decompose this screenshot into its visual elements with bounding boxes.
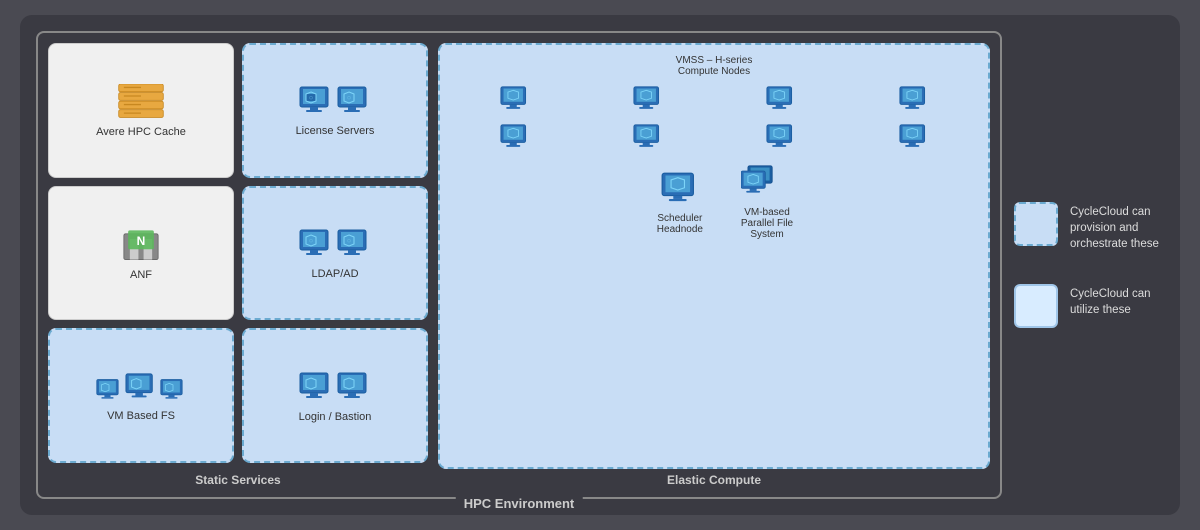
compute-node-5 [499,123,531,153]
compute-node-4 [898,85,930,115]
ldap-monitor-icon-2: ⬡ [336,228,372,262]
hpc-environment-label: HPC Environment [456,496,583,511]
hpc-outer-border: Avere HPC Cache [36,31,1002,499]
scheduler-item: Scheduler Headnode [635,171,725,235]
legend-text-utilize: CycleCloud can utilize these [1070,284,1164,318]
vmss-label: VMSS – H-seriesCompute Nodes [450,55,978,77]
compute-node-8 [898,123,930,153]
svg-text:N: N [137,234,146,248]
scheduler-monitor-icon [658,171,702,209]
login-bastion-card: Login / Bastion [242,328,428,463]
anf-building-icon: N [119,227,163,263]
vm-fs-monitor-2 [124,372,158,404]
ldap-label: LDAP/AD [311,268,358,280]
vm-parallel-item: VM-basedParallel FileSystem [741,165,793,240]
scheduler-label: Scheduler Headnode [635,213,725,235]
vm-parallel-fs-icon [741,165,793,203]
legend-text-provision: CycleCloud can provision and orchestrate… [1070,202,1164,252]
svg-text:⬡: ⬡ [347,238,351,243]
ldap-icons: ⬡ [298,228,372,262]
elastic-inner-box: VMSS – H-seriesCompute Nodes [438,43,990,469]
avere-hpc-cache-card: Avere HPC Cache [48,43,234,178]
license-icons: ⬡ [298,85,372,119]
monitor-cube-icon-2: ⬡ [336,85,372,119]
login-monitor-icon-1 [298,371,334,405]
ldap-monitor-icon-1: ⬡ [298,228,334,262]
svg-text:⬡: ⬡ [347,95,351,100]
login-monitor-icon-2 [336,371,372,405]
diagram-area: Avere HPC Cache [36,31,1002,499]
legend-box-utilize [1014,284,1058,328]
compute-grid-row2 [450,123,978,153]
svg-text:⬡: ⬡ [309,95,313,100]
elastic-compute-column: VMSS – H-seriesCompute Nodes [438,43,990,487]
static-services-grid: Avere HPC Cache [48,43,428,463]
legend-item-provision: CycleCloud can provision and orchestrate… [1014,202,1164,252]
svg-text:⬡: ⬡ [309,238,313,243]
avere-stack-icon [115,84,167,120]
vm-fs-monitor-3 [159,378,187,404]
static-services-label: Static Services [48,473,428,487]
license-servers-card: ⬡ [242,43,428,178]
compute-node-6 [632,123,664,153]
legend-panel: CycleCloud can provision and orchestrate… [1014,31,1164,499]
main-container: Avere HPC Cache [20,15,1180,515]
monitor-cube-icon-1: ⬡ [298,85,334,119]
vm-fs-icons [95,372,187,404]
avere-label: Avere HPC Cache [96,126,186,138]
license-label: License Servers [296,125,375,137]
legend-box-provision [1014,202,1058,246]
vm-fs-label: VM Based FS [107,410,175,422]
compute-node-1 [499,85,531,115]
vm-parallel-monitor-stack [741,165,793,203]
anf-card: N ANF [48,186,234,321]
ldap-ad-card: ⬡ [242,186,428,321]
compute-grid-row1 [450,85,978,115]
anf-label: ANF [130,269,152,281]
legend-item-utilize: CycleCloud can utilize these [1014,284,1164,328]
static-services-column: Avere HPC Cache [48,43,428,487]
compute-node-3 [765,85,797,115]
content-area: Avere HPC Cache [36,31,1164,499]
login-bastion-icons [298,371,372,405]
elastic-compute-label: Elastic Compute [438,473,990,487]
elastic-bottom-row: Scheduler Headnode [450,161,978,244]
services-row: Avere HPC Cache [48,43,990,487]
compute-node-7 [765,123,797,153]
vm-based-fs-card: VM Based FS [48,328,234,463]
vm-parallel-label: VM-basedParallel FileSystem [741,207,793,240]
compute-node-2 [632,85,664,115]
login-bastion-label: Login / Bastion [299,411,372,423]
vm-fs-monitor-1 [95,378,123,404]
